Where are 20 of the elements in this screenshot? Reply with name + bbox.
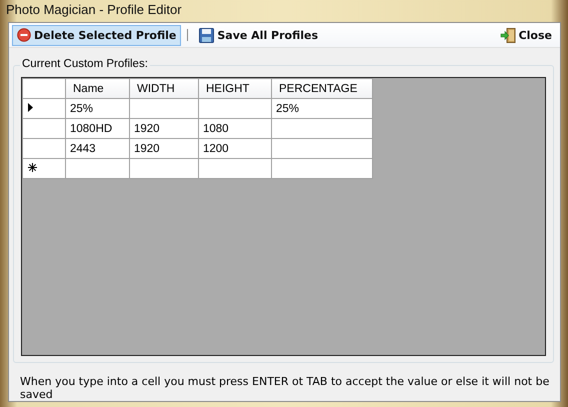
column-header[interactable]: WIDTH — [130, 78, 198, 99]
close-button[interactable]: Close — [494, 24, 557, 46]
hint-text: When you type into a cell you must press ENTER ot TAB to accept the value or else it will not be saved — [20, 375, 550, 401]
exit-door-icon — [500, 28, 516, 43]
table-cell: 25% — [70, 102, 94, 115]
column-header[interactable]: PERCENTAGE — [272, 78, 372, 99]
group-title: Current Custom Profiles: — [20, 58, 150, 70]
column-header[interactable]: Name — [66, 78, 130, 99]
table-cell: 1080HD — [70, 122, 112, 135]
table-cell: 1200 — [203, 142, 229, 155]
table-cell: 2443 — [70, 142, 96, 155]
delete-icon — [17, 28, 31, 42]
column-header[interactable]: HEIGHT — [198, 78, 272, 99]
table-cell: 1080 — [203, 122, 229, 135]
table-cell: 1920 — [134, 142, 160, 155]
window-title: Photo Magician - Profile Editor — [6, 2, 182, 17]
table-cell: 25% — [276, 102, 300, 115]
save-button[interactable]: Save All Profiles — [194, 24, 324, 46]
table-cell: 1920 — [134, 122, 160, 135]
delete-button[interactable]: Delete Selected Profile — [12, 24, 182, 46]
